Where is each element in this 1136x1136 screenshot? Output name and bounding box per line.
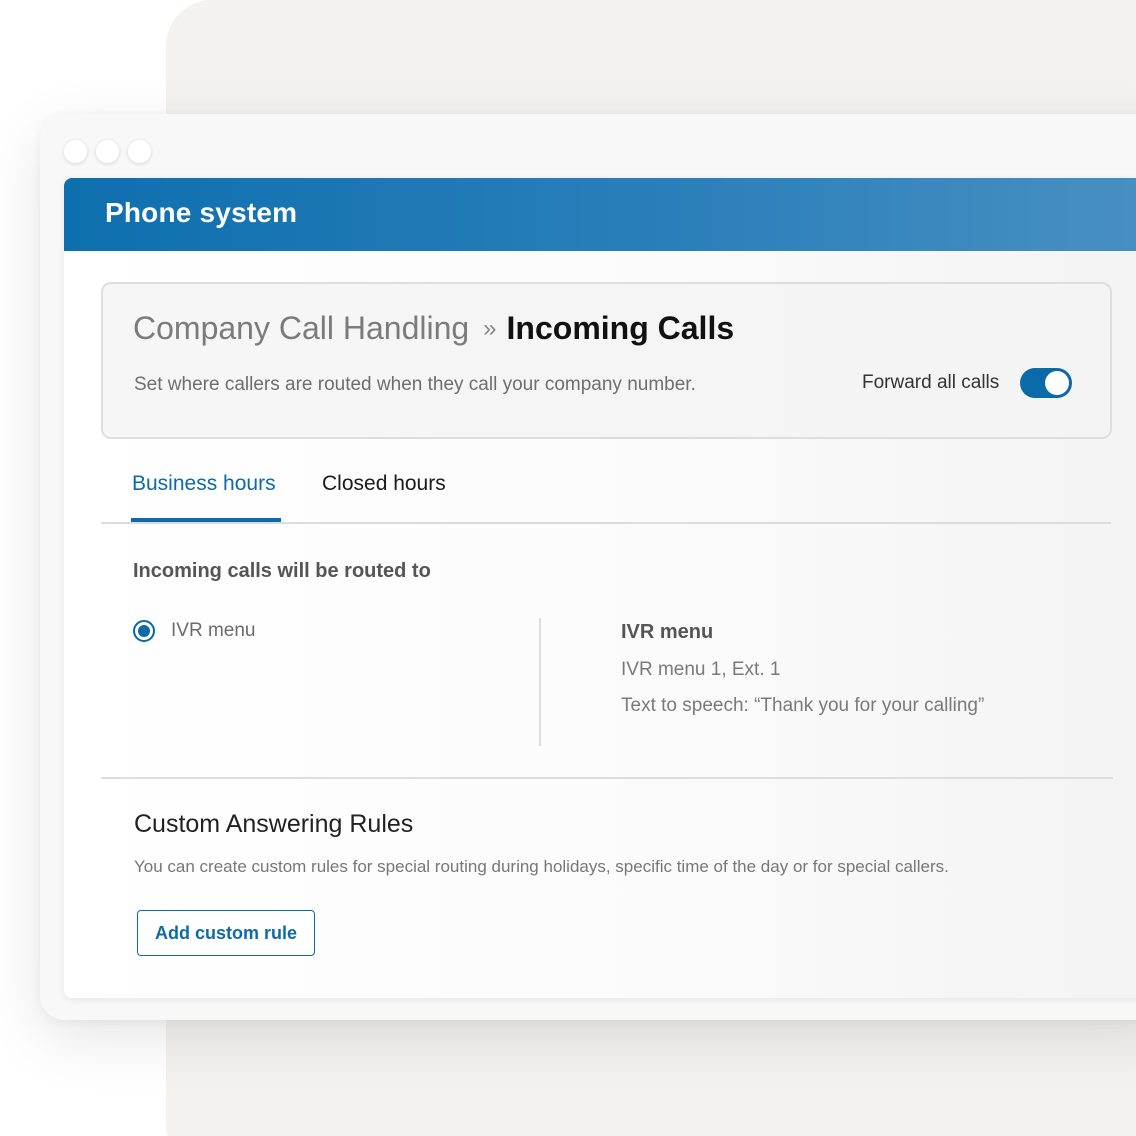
ivr-detail-tts: Text to speech: “Thank you for your call… bbox=[621, 695, 985, 716]
section-divider bbox=[101, 777, 1113, 779]
app-header: Phone system bbox=[64, 178, 1136, 251]
breadcrumb-parent-link[interactable]: Company Call Handling bbox=[133, 310, 469, 346]
ivr-detail-title: IVR menu bbox=[621, 621, 714, 643]
tab-business-hours[interactable]: Business hours bbox=[132, 472, 276, 496]
radio-button[interactable] bbox=[133, 620, 155, 642]
app-panel: Phone system Company Call Handling » Incom… bbox=[64, 178, 1136, 998]
breadcrumb-separator-icon: » bbox=[483, 315, 497, 342]
page-title: Incoming Calls bbox=[506, 310, 735, 346]
tab-closed-hours[interactable]: Closed hours bbox=[322, 472, 446, 496]
window-dot-minimize[interactable] bbox=[96, 140, 119, 163]
window-dot-close[interactable] bbox=[64, 140, 87, 163]
forward-all-calls-toggle[interactable] bbox=[1020, 368, 1072, 398]
window-dot-maximize[interactable] bbox=[128, 140, 151, 163]
routing-option-label: IVR menu bbox=[171, 620, 256, 641]
radio-selected-dot bbox=[138, 625, 150, 637]
custom-rules-description: You can create custom rules for special … bbox=[134, 857, 949, 876]
window-controls bbox=[64, 140, 151, 163]
forward-all-calls-label: Forward all calls bbox=[862, 372, 1000, 393]
page-description: Set where callers are routed when they c… bbox=[134, 374, 696, 395]
custom-rules-title: Custom Answering Rules bbox=[134, 810, 414, 838]
ivr-detail-extension: IVR menu 1, Ext. 1 bbox=[621, 659, 781, 680]
routing-section-title: Incoming calls will be routed to bbox=[133, 560, 431, 582]
routing-option-ivr[interactable]: IVR menu bbox=[133, 620, 255, 642]
browser-window: Phone system Company Call Handling » Incom… bbox=[40, 114, 1136, 1020]
hours-tabs: Business hours Closed hours bbox=[101, 468, 1111, 524]
add-custom-rule-button[interactable]: Add custom rule bbox=[137, 910, 315, 956]
incoming-calls-header-card: Company Call Handling » Incoming Calls Set… bbox=[101, 282, 1112, 439]
app-title: Phone system bbox=[105, 197, 298, 228]
breadcrumb: Company Call Handling » Incoming Calls bbox=[133, 310, 734, 347]
stage: Phone system Company Call Handling » Incom… bbox=[0, 0, 1136, 1136]
active-tab-indicator bbox=[131, 518, 281, 522]
toggle-knob bbox=[1045, 371, 1069, 395]
vertical-divider bbox=[539, 618, 541, 746]
